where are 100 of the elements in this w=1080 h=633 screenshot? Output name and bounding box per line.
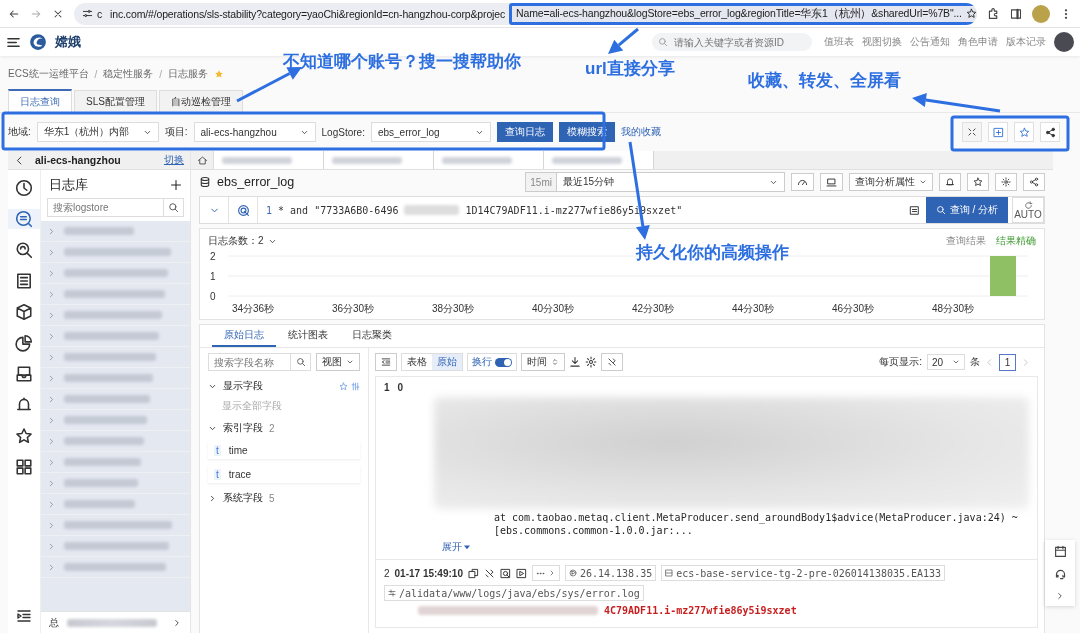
breadcrumb-link[interactable]: 日志服务 [168, 67, 209, 81]
breadcrumb-link[interactable]: 稳定性服务 [103, 67, 154, 81]
sort-select[interactable]: 时间 [521, 353, 565, 371]
alert-button[interactable] [939, 173, 961, 191]
total-label: 总 [49, 616, 59, 630]
share-button[interactable] [1023, 173, 1045, 191]
tools-icon[interactable] [483, 567, 495, 579]
pie-chart-icon[interactable] [15, 334, 33, 352]
back-icon[interactable] [8, 7, 20, 20]
wrap-toggle[interactable]: 换行 [467, 353, 517, 371]
copy-icon[interactable] [467, 567, 479, 579]
x-tick-label: 42分30秒 [631, 303, 675, 314]
time-range-select[interactable]: 15mi 最近15分钟 [525, 172, 785, 192]
x-tick-label: 40分30秒 [531, 303, 575, 314]
result-status: 结果精确 [996, 234, 1036, 248]
global-search-field[interactable]: 请输入关键字或者资源ID [652, 33, 812, 51]
page-tab[interactable]: 日志查询 [8, 89, 72, 112]
annotation-text: 收藏、转发、全屏看 [748, 72, 901, 89]
add-icon[interactable] [170, 179, 182, 191]
switch-link[interactable]: 切换 [164, 153, 184, 167]
favorite-button[interactable] [1014, 122, 1034, 142]
header-link[interactable]: 视图切换 [862, 35, 902, 49]
side-panel-icon[interactable] [1010, 7, 1022, 20]
favorite-button[interactable] [967, 173, 989, 191]
support-icon[interactable] [1053, 568, 1067, 581]
field-group-title[interactable]: 索引字段 [223, 421, 263, 435]
filter-label: 地域: [8, 125, 31, 139]
header-link[interactable]: 公告通知 [910, 35, 950, 49]
device-button[interactable] [820, 173, 843, 191]
x-tick-label: 36分30秒 [331, 303, 375, 314]
report-icon[interactable] [15, 272, 33, 290]
query-button[interactable]: 查询日志 [496, 122, 553, 142]
settings-button[interactable] [995, 173, 1017, 191]
search-button[interactable] [291, 353, 311, 371]
breadcrumb-separator: / [159, 68, 163, 80]
field-count: 2 [269, 422, 275, 434]
breadcrumb-link[interactable]: ECS统一运维平台 [8, 67, 89, 81]
page-tab[interactable]: 自动巡检管理 [158, 90, 243, 112]
page-number[interactable]: 1 [999, 353, 1016, 371]
address-bar[interactable]: c inc.com/#/operations/sls-stability?category=yaoChi&regionId=cn-hangzhou-corp&projec Name=ali-ecs-hangzhou&logStore=ebs_error_log&regionTitle=华东1（杭州）&sharedUrl=%7B"... [74, 2, 977, 25]
file-path-icon [388, 589, 396, 597]
next-page-icon [172, 618, 182, 628]
favorites-link[interactable]: 我的收藏 [620, 125, 661, 139]
expand-link[interactable]: 展开 [442, 540, 470, 554]
breadcrumb-separator: / [94, 68, 98, 80]
redacted-text [64, 227, 134, 235]
download-icon[interactable] [569, 356, 581, 368]
sort-icon [551, 358, 559, 366]
tools-icon [607, 357, 617, 367]
redacted-text [332, 156, 402, 164]
header-link[interactable]: 版本记录 [1006, 35, 1046, 49]
home-icon[interactable] [196, 154, 208, 166]
expand-icon [47, 352, 56, 362]
page-size-select[interactable]: 20 [927, 354, 965, 370]
filter-select[interactable]: ali-ecs-hangzhou [193, 122, 316, 142]
inspect-icon[interactable] [499, 567, 511, 579]
search-log-icon[interactable] [15, 210, 33, 228]
extension-icon[interactable] [987, 7, 1000, 20]
add-button[interactable] [988, 122, 1008, 142]
result-tab[interactable]: 日志聚类 [340, 325, 404, 347]
play-icon[interactable] [515, 567, 527, 579]
view-mode-tab[interactable]: 表格 [402, 354, 432, 370]
inbox-icon[interactable] [15, 365, 33, 383]
header-link[interactable]: 角色申请 [958, 35, 998, 49]
field-group-title[interactable]: 显示字段 [223, 379, 263, 393]
calendar-icon[interactable] [1053, 545, 1067, 558]
view-select[interactable]: 视图 [316, 353, 360, 371]
search-icon [295, 357, 306, 367]
result-tab[interactable]: 原始日志 [212, 325, 276, 347]
field-group-title[interactable]: 系统字段 [223, 491, 263, 505]
star-icon[interactable] [15, 427, 33, 445]
view-mode-tab[interactable]: 原始 [432, 354, 462, 370]
expand-icon [47, 373, 56, 383]
field-search-field[interactable]: 搜索字段名称 [208, 353, 291, 371]
bookmark-star-icon[interactable] [965, 8, 977, 19]
collapse-fields-button[interactable] [375, 353, 397, 371]
search-button[interactable] [164, 198, 184, 217]
redacted-text [442, 156, 512, 164]
filter-select[interactable]: ebs_error_log [370, 122, 491, 142]
clock-icon[interactable] [15, 179, 33, 197]
field-item[interactable]: t time [208, 441, 360, 459]
share-icon [1044, 126, 1056, 138]
cube-icon[interactable] [15, 303, 33, 321]
page-tab[interactable]: SLS配置管理 [74, 90, 157, 112]
analysis-settings-select[interactable]: 查询分析属性 [849, 173, 933, 191]
settings-icon[interactable] [585, 356, 597, 368]
share-button[interactable] [1040, 122, 1060, 142]
field-item[interactable]: t trace [208, 465, 360, 483]
grid-icon[interactable] [15, 458, 33, 476]
logstore-search-field[interactable]: 搜索logstore [47, 198, 164, 217]
user-avatar[interactable] [1054, 32, 1074, 52]
favorite-star-icon[interactable] [214, 69, 225, 79]
star-outline-icon[interactable] [339, 381, 348, 391]
filter-select[interactable]: 华东1（杭州）内部 [36, 122, 159, 142]
header-link[interactable]: 值班表 [824, 35, 854, 49]
search-refresh-icon[interactable] [15, 241, 33, 259]
indent-icon[interactable] [16, 608, 32, 624]
panel-title: 日志库 [49, 176, 88, 194]
result-tab[interactable]: 统计图表 [276, 325, 340, 347]
gauge-button[interactable] [791, 173, 814, 191]
